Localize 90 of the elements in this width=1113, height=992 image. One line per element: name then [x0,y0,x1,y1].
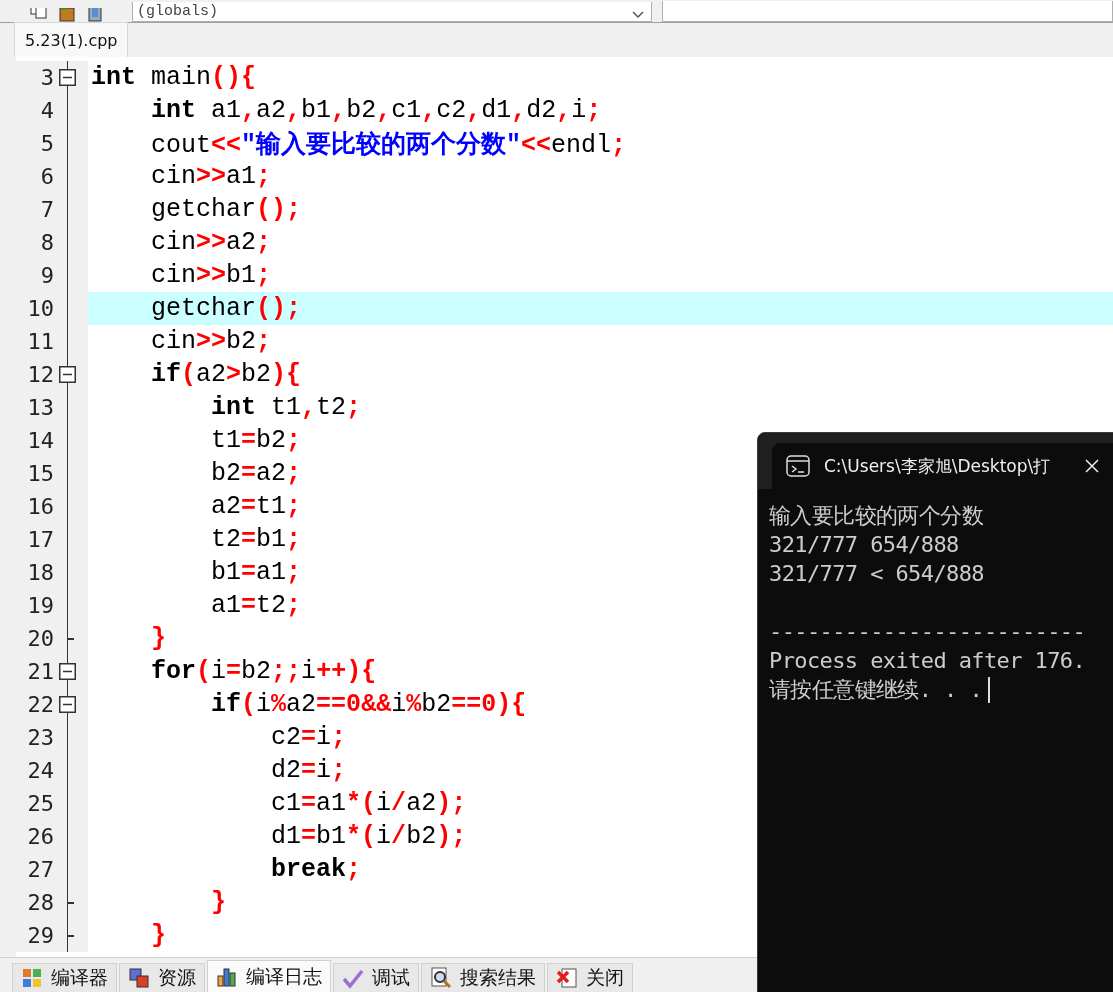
scope-dropdown[interactable]: (globals) [132,2,652,22]
code-line: int t1,t2; [210,393,362,422]
console-tab[interactable]: C:\Users\李家旭\Desktop\打 [772,443,1113,489]
line-number: 4 [39,98,54,123]
panel-tab[interactable]: 调试 [333,963,419,992]
line-number: 25 [26,791,54,816]
code-line: a2=t1; [210,492,302,521]
line-number: 7 [39,197,54,222]
line-number: 12 [26,362,54,387]
line-number: 27 [26,857,54,882]
panel-tab[interactable]: 搜索结果 [421,963,545,992]
line-number: 13 [26,395,54,420]
code-line: cout<<"输入要比较的两个分数"<<endl; [150,130,627,160]
panel-tab[interactable]: 资源 [119,963,205,992]
line-number: 22 [26,692,54,717]
code-line: cin>>a2; [150,228,272,257]
line-number: 15 [26,461,54,486]
code-line: } [150,921,166,950]
code-line: c1=a1*(i/a2); [270,789,467,818]
code-line: d1=b1*(i/b2); [270,822,467,851]
code-line: getchar(); [150,195,302,224]
line-number: 3 [39,65,54,90]
code-line: } [150,624,166,653]
code-line: c2=i; [270,723,347,752]
search-icon [430,967,452,989]
line-number: 18 [26,560,54,585]
console-text: Process exited after 176. [769,647,1086,675]
console-text: 请按任意键继续. . . [769,676,983,704]
checkmark-icon [342,967,364,989]
code-line: d2=i; [270,756,347,785]
collapse-icon[interactable] [59,366,76,383]
console-text: 输入要比较的两个分数 [769,502,983,530]
line-number: 9 [39,263,54,288]
line-number: 6 [39,164,54,189]
code-line: cin>>b1; [150,261,272,290]
code-line: t2=b1; [210,525,302,554]
console-text: 321/777 654/888 [769,531,959,559]
console-text: ------------------------- [769,618,1086,646]
code-line: a1=t2; [210,591,302,620]
line-number: 17 [26,527,54,552]
fold-end-mark [68,637,74,640]
line-number: 5 [39,131,54,156]
line-number: 14 [26,428,54,453]
line-number: 28 [26,890,54,915]
code-line: b1=a1; [210,558,302,587]
squares-icon [128,967,150,989]
fold-end-mark [68,901,74,904]
line-number: 29 [26,923,54,948]
code-line: cin>>a1; [150,162,272,191]
collapse-icon[interactable] [59,696,76,713]
panel-tab[interactable]: 关闭 [547,963,633,992]
line-number: 23 [26,725,54,750]
collapse-icon[interactable] [59,69,76,86]
chevron-down-icon [631,11,645,21]
line-number: 26 [26,824,54,849]
code-line: int a1,a2,b1,b2,c1,c2,d1,d2,i; [150,96,602,125]
bar-chart-icon [216,965,238,988]
console-text: 321/777 < 654/888 [769,560,984,588]
collapse-icon[interactable] [59,663,76,680]
fold-end-mark [68,934,74,937]
code-line: b2=a2; [210,459,302,488]
code-line: if(i%a2==0&&i%b2==0){ [210,690,527,719]
line-number: 11 [26,329,54,354]
close-icon [556,967,578,989]
code-line: } [210,888,227,917]
code-line: cin>>b2; [150,327,272,356]
code-line: if(a2>b2){ [150,360,302,389]
code-line: break; [270,855,362,884]
file-tab[interactable]: 5.23(1).cpp [14,22,129,57]
text-cursor [988,676,991,703]
console-title: C:\Users\李家旭\Desktop\打 [824,454,1051,478]
copy-icon[interactable] [28,8,50,22]
add-icon[interactable] [56,8,78,22]
grid-icon [21,967,43,989]
panel-tab[interactable]: 编译日志 [207,960,331,992]
code-line: getchar(); [150,294,302,323]
line-number: 19 [26,593,54,618]
panel-tab[interactable]: 编译器 [12,963,117,992]
line-number: 24 [26,758,54,783]
line-number: 10 [26,296,54,321]
code-line: int main(){ [91,63,257,92]
line-number: 8 [39,230,54,255]
line-number: 20 [26,626,54,651]
code-line: for(i=b2;;i++){ [150,657,377,686]
terminal-icon [786,455,810,477]
line-number: 21 [26,659,54,684]
code-line: t1=b2; [210,426,302,455]
close-icon[interactable] [1084,458,1101,474]
dropdown-field[interactable] [662,1,1113,22]
line-number: 16 [26,494,54,519]
